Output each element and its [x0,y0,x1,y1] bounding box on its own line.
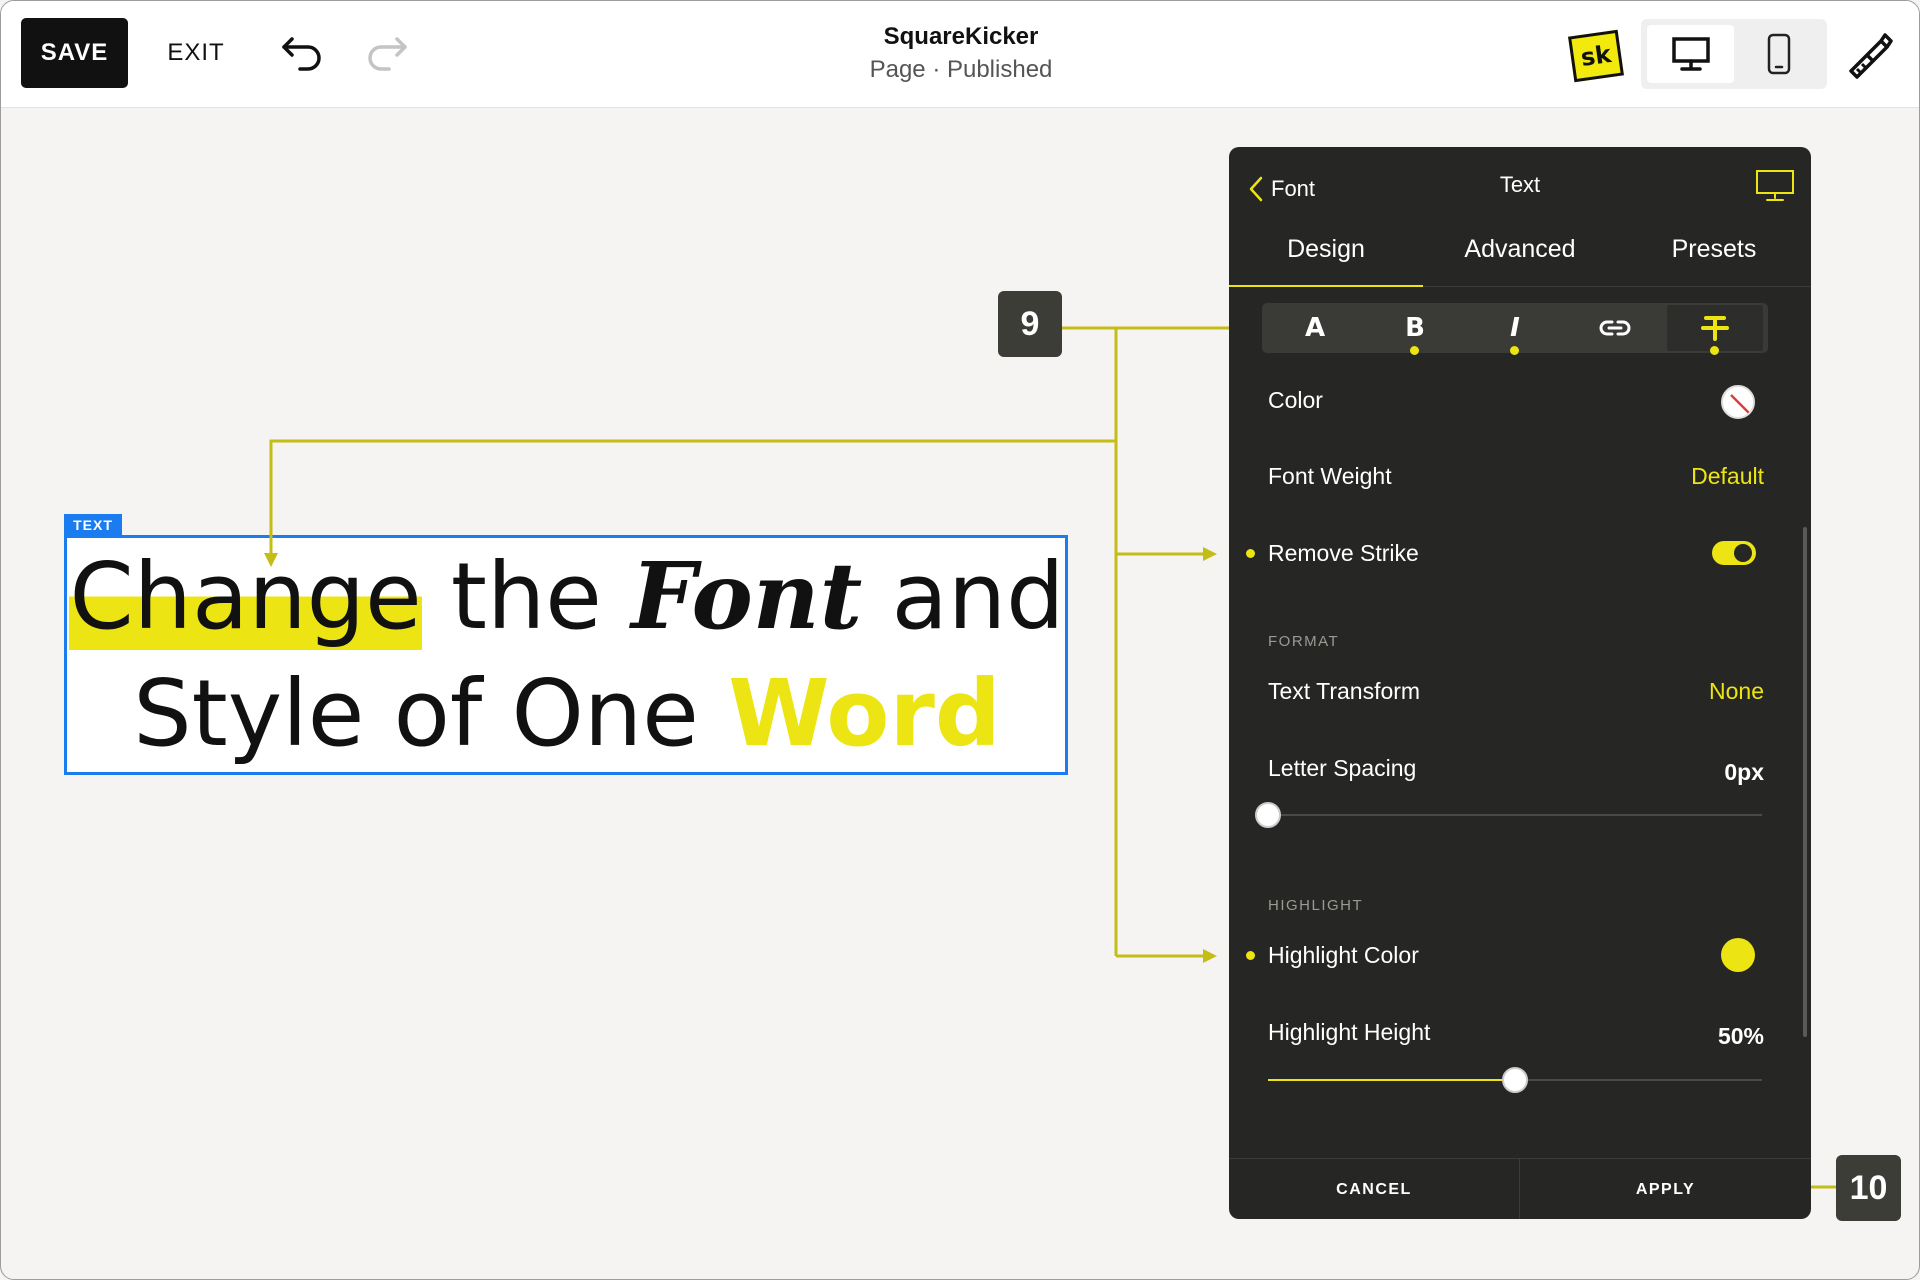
back-label: Font [1271,176,1316,201]
paintbrush-icon [1849,33,1893,79]
highlight-height-label: Highlight Height [1268,1019,1431,1045]
remove-strike-label: Remove Strike [1268,540,1419,566]
mobile-icon [1767,33,1791,75]
letter-spacing-value: 0px [1724,759,1764,785]
save-button[interactable]: SAVE [21,18,128,88]
app-window: SAVE EXIT SquareKicker Page · Published … [0,0,1920,1280]
active-style-dot [1510,346,1519,355]
highlighted-word: Change [69,543,422,650]
active-style-dot [1410,346,1419,355]
chevron-left-icon [1249,176,1263,202]
block-type-tag: TEXT [64,514,122,536]
undo-icon [282,37,321,71]
slider-fill [1268,1079,1515,1081]
panel-header: Font Text Design Advanced Presets [1229,147,1811,287]
undo-button[interactable] [278,29,326,77]
style-button-link[interactable] [1565,303,1665,353]
style-button-font[interactable]: A [1265,303,1365,353]
letter-spacing-slider[interactable] [1255,802,1762,828]
heading-word: and [891,543,1065,650]
panel-footer: CANCEL APPLY [1229,1158,1811,1219]
slider-thumb[interactable] [1502,1067,1528,1093]
highlight-height-slider[interactable] [1268,1067,1762,1093]
panel-scrollbar[interactable] [1803,527,1807,1037]
site-title: SquareKicker [883,23,1039,50]
arrowhead [1203,547,1217,561]
redo-button[interactable] [363,29,411,77]
logo-text: sk [1579,40,1613,72]
colored-word: Word [728,660,1001,767]
no-color-icon [1730,394,1750,414]
heading-word: the [450,543,602,650]
squarekicker-logo[interactable]: sk [1568,29,1624,83]
active-style-dot [1710,346,1719,355]
tab-design[interactable]: Design [1229,229,1423,287]
desktop-icon [1756,170,1794,201]
arrowhead [1203,949,1217,963]
cancel-button[interactable]: CANCEL [1229,1159,1520,1219]
page-status: Page · Published [869,56,1053,83]
slider-thumb[interactable] [1255,802,1281,828]
apply-button[interactable]: APPLY [1520,1159,1811,1219]
font-weight-value[interactable]: Default [1691,463,1764,490]
text-transform-label: Text Transform [1268,678,1421,704]
remove-strike-toggle[interactable] [1712,541,1756,565]
redo-icon [368,37,407,71]
back-button[interactable]: Font [1249,169,1315,209]
changed-setting-dot [1246,549,1255,558]
highlight-section-label: HIGHLIGHT [1268,897,1364,914]
highlight-color-swatch[interactable] [1721,938,1755,972]
changed-setting-dot [1246,951,1255,960]
font-weight-label: Font Weight [1268,463,1392,489]
device-toggle [1641,19,1827,89]
highlight-height-value: 50% [1717,1023,1764,1049]
text-color-swatch[interactable] [1721,385,1755,419]
top-toolbar: SAVE EXIT SquareKicker Page · Published … [1,1,1919,108]
tab-advanced[interactable]: Advanced [1423,229,1617,287]
mobile-view-button[interactable] [1736,25,1822,83]
exit-button[interactable]: EXIT [156,18,236,88]
styled-font-word: Font [631,542,863,650]
letter-spacing-label: Letter Spacing [1268,755,1417,781]
heading-words: Style of One [133,660,699,767]
strikethrough-icon [1701,316,1729,341]
format-section-label: FORMAT [1268,633,1340,650]
tab-presets[interactable]: Presets [1617,229,1811,287]
step-badge: 9 [998,291,1062,357]
heading-line-2: Style of One Word [67,668,1067,760]
text-style-panel: Font Text Design Advanced Presets A B I [1229,147,1811,1219]
link-icon [1599,320,1631,336]
design-brush-button[interactable] [1843,29,1895,81]
text-transform-value[interactable]: None [1709,678,1764,705]
panel-title: Text [1499,172,1541,197]
selected-text-block[interactable]: Change the Font and Style of One Word [64,535,1068,775]
color-label: Color [1268,387,1323,413]
desktop-view-button[interactable] [1647,25,1734,83]
highlight-color-label: Highlight Color [1268,942,1419,968]
desktop-icon [1671,37,1710,71]
step-badge: 10 [1836,1155,1901,1221]
panel-device-button[interactable] [1755,169,1795,203]
heading-line-1: Change the Font and [67,543,1067,650]
